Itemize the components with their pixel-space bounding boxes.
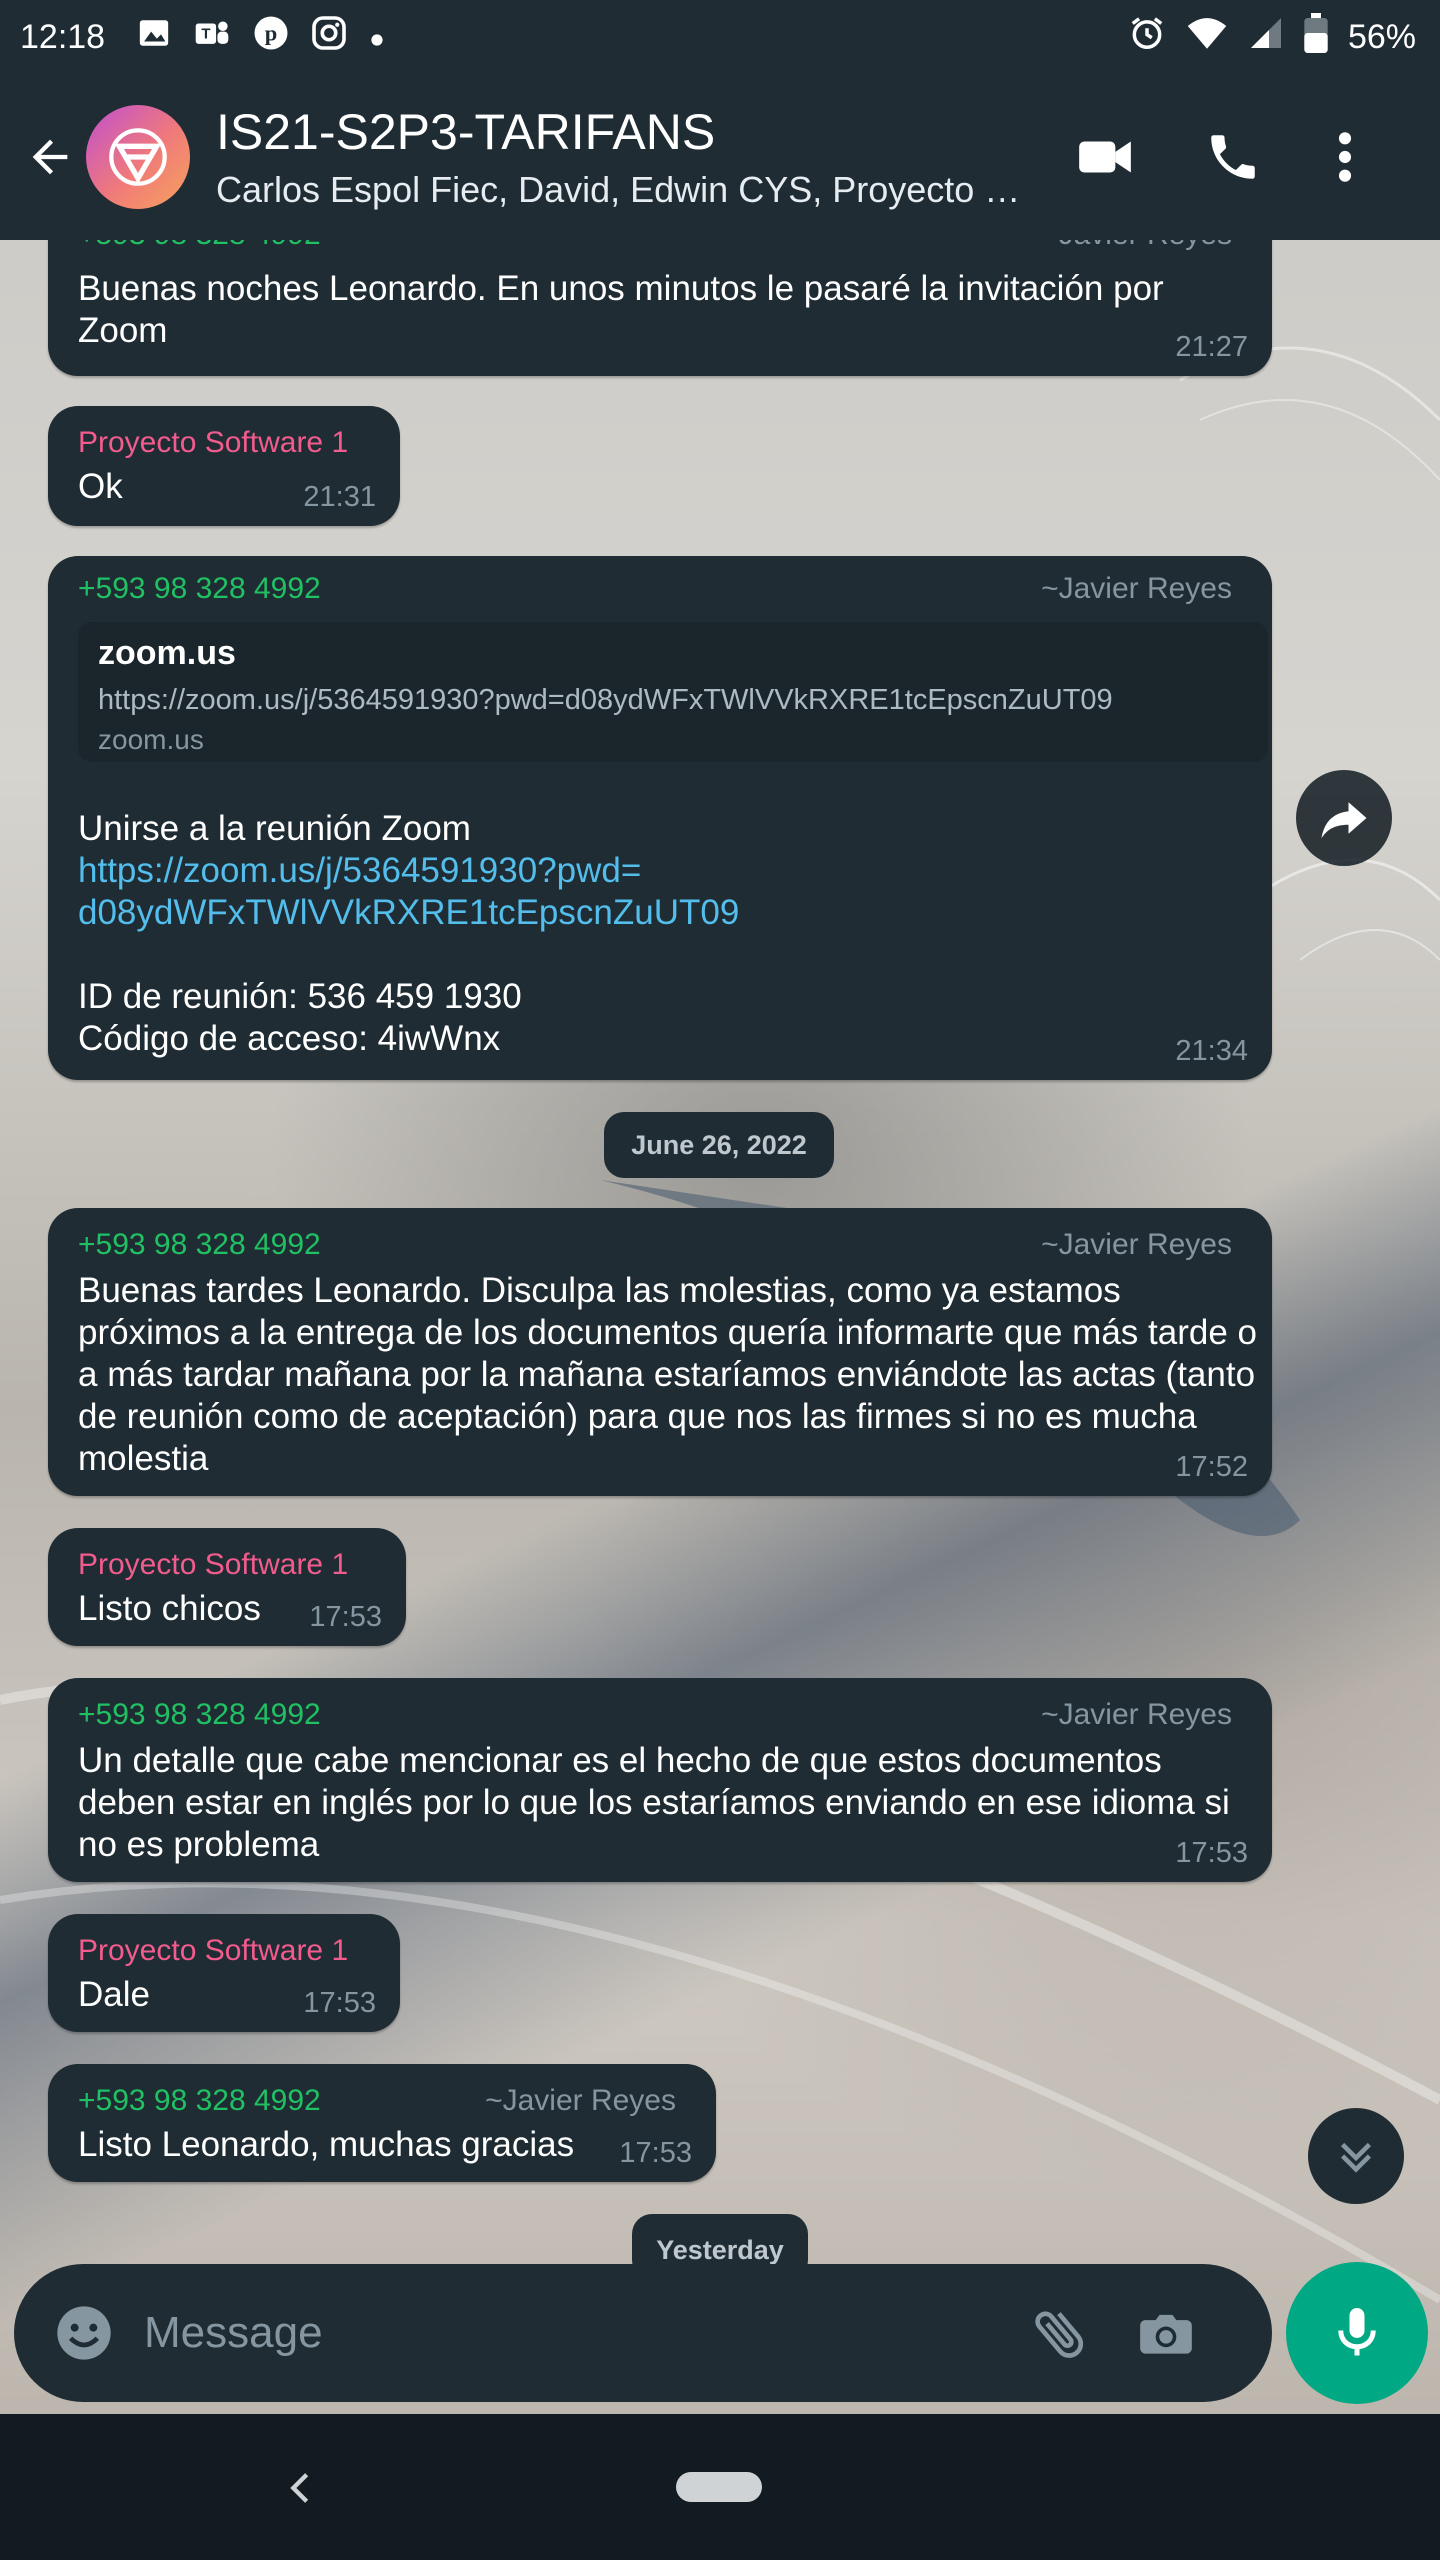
message-sender: +593 98 328 4992 (78, 2084, 321, 2117)
message-time: 21:31 (303, 481, 376, 513)
microphone-icon (1338, 2308, 1376, 2356)
battery-icon (1304, 12, 1328, 62)
emoji-icon (57, 2306, 111, 2360)
message-time: 17:53 (1175, 1837, 1248, 1869)
forward-button[interactable] (1296, 770, 1392, 866)
message-text: Dale (78, 1975, 150, 2014)
chat-title-block[interactable]: IS21-S2P3-TARIFANS Carlos Espol Fiec, Da… (216, 103, 1036, 211)
scroll-to-bottom-button[interactable] (1308, 2108, 1404, 2204)
message-sender: Proyecto Software 1 (78, 1934, 349, 1967)
gallery-icon (137, 16, 171, 59)
pinterest-icon: p (253, 15, 289, 60)
voice-call-button[interactable] (1188, 112, 1278, 202)
video-call-button[interactable] (1060, 112, 1150, 202)
message-text: ID de reunión: 536 459 1930 (78, 977, 522, 1016)
message-text: Unirse a la reunión Zoom (78, 809, 471, 848)
message-time: 21:34 (1175, 1035, 1248, 1067)
message-time: 21:27 (1175, 331, 1248, 363)
chat-header: IS21-S2P3-TARIFANS Carlos Espol Fiec, Da… (0, 74, 1440, 240)
message-sender: Proyecto Software 1 (78, 426, 349, 459)
message-text: Listo Leonardo, muchas gracias (78, 2125, 575, 2164)
link-preview-title: zoom.us (98, 634, 236, 672)
signal-icon (1248, 15, 1284, 60)
message-text: Ok (78, 467, 123, 506)
message-text: Buenas tardes Leonardo. Disculpa las mol… (78, 1271, 1257, 1478)
message-sender: +593 98 328 4992 (78, 1228, 321, 1261)
dot-icon (369, 18, 385, 57)
message-sender: Proyecto Software 1 (78, 1548, 349, 1581)
voice-record-button[interactable] (1286, 2262, 1428, 2404)
message-bubble[interactable]: Proyecto Software 1 Ok 21:31 (48, 406, 400, 526)
message-time: 17:53 (619, 2137, 692, 2169)
group-title: IS21-S2P3-TARIFANS (216, 104, 716, 160)
link-preview-url: https://zoom.us/j/5364591930?pwd=d08ydWF… (98, 684, 1113, 716)
message-input[interactable] (142, 2292, 986, 2374)
message-bubble[interactable]: Proyecto Software 1 Dale 17:53 (48, 1914, 400, 2032)
link-preview-domain: zoom.us (98, 724, 204, 755)
message-bubble[interactable]: Proyecto Software 1 Listo chicos 17:53 (48, 1528, 406, 1646)
message-pushname: ~Javier Reyes (485, 2084, 676, 2117)
message-time: 17:53 (309, 1601, 382, 1633)
message-bubble[interactable]: +593 98 328 4992 ~Javier Reyes Listo Leo… (48, 2064, 716, 2182)
message-time: 17:52 (1175, 1451, 1248, 1483)
message-sender: +593 98 328 4992 (78, 1698, 321, 1731)
arrow-left-icon (32, 139, 68, 175)
svg-text:p: p (265, 20, 278, 45)
battery-percent: 56% (1347, 17, 1416, 56)
emoji-button[interactable] (44, 2293, 124, 2373)
nav-home-pill[interactable] (676, 2472, 762, 2502)
group-logo-icon (109, 128, 167, 186)
status-bar: 12:18 T p 56% (0, 0, 1440, 74)
status-time: 12:18 (20, 17, 106, 56)
message-link[interactable]: https://zoom.us/j/5364591930?pwd= (78, 850, 641, 892)
teams-icon: T (193, 16, 231, 59)
message-composer (14, 2264, 1272, 2402)
instagram-icon (311, 15, 347, 60)
message-pushname: ~Javier Reyes (1041, 1698, 1232, 1731)
phone-icon (1211, 135, 1255, 179)
more-vertical-icon (1338, 132, 1352, 182)
message-text: Un detalle que cabe mencionar es el hech… (78, 1741, 1230, 1864)
svg-text:T: T (201, 25, 210, 42)
message-link[interactable]: d08ydWFxTWlVVkRXRE1tcEpscnZuUT09 (78, 892, 739, 934)
alarm-icon (1128, 14, 1166, 61)
message-text: Buenas noches Leonardo. En unos minutos … (78, 269, 1164, 350)
video-camera-icon (1079, 141, 1131, 173)
message-time: 17:53 (303, 1987, 376, 2019)
message-text: Código de acceso: 4iwWnx (78, 1019, 501, 1058)
camera-button[interactable] (1126, 2293, 1206, 2373)
chevron-left-icon (290, 2473, 309, 2503)
group-members: Carlos Espol Fiec, David, Edwin CYS, Pro… (216, 169, 1036, 210)
forward-icon (1321, 802, 1367, 839)
paperclip-icon (1035, 2311, 1084, 2358)
double-chevron-down-icon (1340, 2142, 1372, 2173)
camera-icon (1140, 2314, 1192, 2354)
message-bubble[interactable]: +593 98 328 4992 ~Javier Reyes zoom.us h… (48, 556, 1272, 1080)
message-bubble[interactable]: +593 98 328 4992 ~Javier Reyes Buenas ta… (48, 1208, 1272, 1496)
wifi-icon (1186, 15, 1228, 60)
back-button[interactable] (20, 127, 80, 187)
nav-back-button[interactable] (270, 2458, 330, 2518)
date-chip: June 26, 2022 (604, 1112, 834, 1178)
system-navigation-bar (0, 2414, 1440, 2560)
overflow-menu-button[interactable] (1300, 112, 1390, 202)
link-preview-card[interactable]: zoom.us https://zoom.us/j/5364591930?pwd… (78, 622, 1268, 762)
message-pushname: ~Javier Reyes (1041, 1228, 1232, 1261)
message-text: Listo chicos (78, 1589, 261, 1628)
message-pushname: ~Javier Reyes (1041, 572, 1232, 605)
message-bubble[interactable]: +593 98 328 4992 ~Javier Reyes Un detall… (48, 1678, 1272, 1882)
attach-button[interactable] (1020, 2293, 1100, 2373)
message-sender: +593 98 328 4992 (78, 572, 321, 605)
group-avatar[interactable] (86, 105, 190, 209)
